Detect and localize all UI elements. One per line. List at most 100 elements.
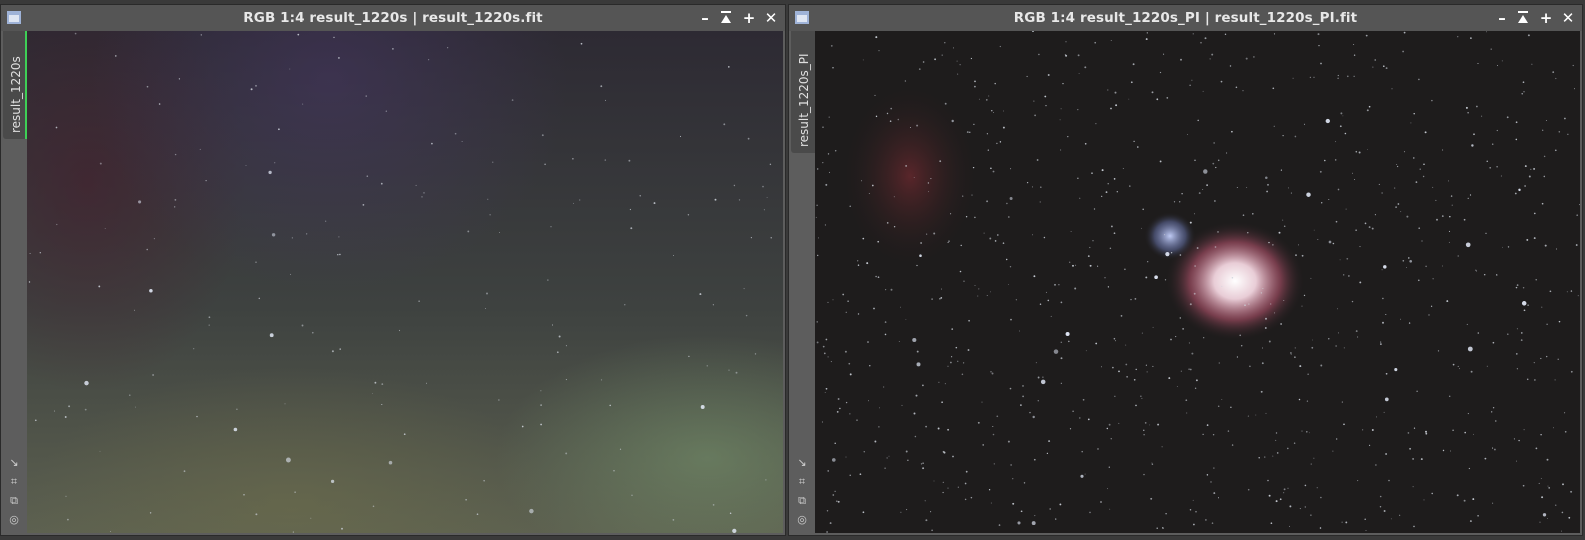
star [1574,88,1576,90]
star [1217,497,1220,499]
star [1301,430,1303,432]
star [884,467,886,469]
window-titlebar[interactable]: RGB 1:4 result_1220s | result_1220s.fit … [1,5,785,31]
star [529,508,534,514]
maximize-icon[interactable]: + [1538,9,1554,27]
star [1308,432,1310,434]
view-tab[interactable]: result_1220s [3,31,27,139]
star [884,321,887,323]
star [1558,320,1561,323]
star [1412,486,1414,488]
star [1065,41,1067,43]
star [1533,167,1536,170]
window-titlebar[interactable]: RGB 1:4 result_1220s_PI | result_1220s_P… [789,5,1582,31]
star [1015,299,1017,301]
clone-icon[interactable]: ⧉ [795,494,809,508]
star [1286,447,1289,450]
image-window-2[interactable]: RGB 1:4 result_1220s_PI | result_1220s_P… [788,4,1583,536]
star [565,345,567,347]
star [973,123,975,126]
shade-icon[interactable] [1516,9,1532,27]
image-window-1[interactable]: RGB 1:4 result_1220s | result_1220s.fit … [0,4,786,536]
star [1272,244,1274,246]
fit-view-icon[interactable]: ⌗ [7,475,21,489]
star [1396,165,1399,168]
star [1371,227,1374,230]
star [1236,187,1238,189]
fit-view-icon[interactable]: ⌗ [795,475,809,489]
star [770,237,772,239]
star [1400,318,1402,320]
close-icon[interactable]: ✕ [763,9,779,27]
star [1017,521,1021,525]
star [1189,368,1192,371]
target-icon[interactable]: ◎ [795,513,809,527]
star [830,44,833,47]
star [1304,506,1306,508]
star [1382,65,1385,68]
star [1074,287,1077,290]
star [970,496,973,499]
minimize-icon[interactable]: – [697,9,713,27]
star [1328,338,1330,340]
minimize-icon[interactable]: – [1494,9,1510,27]
image-view-raw[interactable] [27,31,783,533]
star [978,98,980,100]
star [1294,347,1296,349]
star [1039,303,1042,305]
star [454,132,457,135]
star [1380,343,1382,345]
star [39,252,41,254]
star [1236,356,1238,358]
star [836,411,839,413]
star [1022,384,1024,387]
resize-arrow-icon[interactable]: ↘ [7,456,21,470]
star [1151,463,1154,465]
star [977,295,979,297]
star [769,163,772,166]
star [996,415,999,418]
star [333,36,335,39]
star [99,450,101,452]
clone-icon[interactable]: ⧉ [7,494,21,508]
star [243,494,245,496]
resize-arrow-icon[interactable]: ↘ [795,456,809,470]
star [1496,166,1498,168]
star [1198,192,1201,195]
view-tab[interactable]: result_1220s_PI [791,31,815,153]
star [609,404,611,407]
star [824,224,826,226]
close-icon[interactable]: ✕ [1560,9,1576,27]
star [1079,197,1081,199]
star [1552,427,1555,429]
star [1528,175,1531,178]
star [815,216,817,218]
star [174,153,177,156]
star [1072,410,1074,413]
star [1457,365,1459,367]
star [146,85,149,88]
image-view-processed[interactable] [815,31,1580,533]
star [974,284,976,287]
star [824,391,826,393]
star [403,433,406,436]
star [1147,261,1149,263]
star [1420,458,1423,461]
star [732,528,737,533]
star [816,341,819,344]
star [1181,193,1183,195]
shade-icon[interactable] [719,9,735,27]
star [255,84,257,87]
star [1270,303,1272,305]
star [1058,284,1060,286]
star [1080,474,1084,478]
star [1179,201,1181,203]
star [1337,188,1340,191]
target-icon[interactable]: ◎ [7,513,21,527]
star [1101,195,1103,198]
maximize-icon[interactable]: + [741,9,757,27]
star [834,442,836,445]
star [629,208,632,211]
star [1489,166,1492,169]
star [728,369,730,371]
